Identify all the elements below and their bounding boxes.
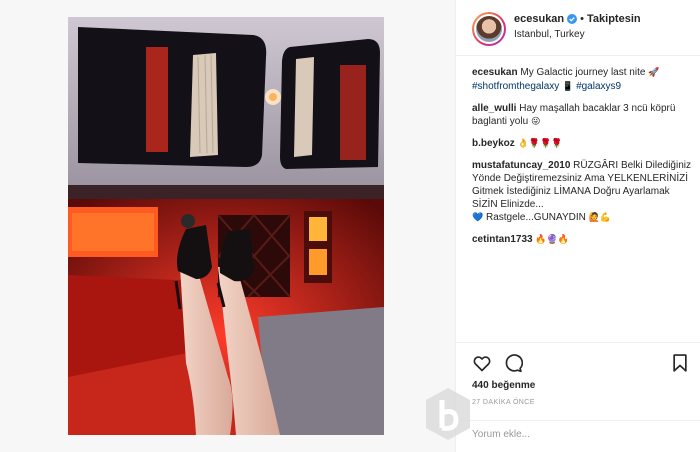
location-link[interactable]: Istanbul, Turkey [514,29,585,40]
post-header: ecesukan • Takiptesin Istanbul, Turkey [456,0,700,56]
post-actions: 440 beğenme 27 DAKİKA ÖNCE [456,342,700,422]
watermark-logo [426,388,470,440]
comment-username[interactable]: alle_wulli [472,103,516,114]
comment-bubble-icon[interactable] [503,353,523,373]
comments-list: ecesukan My Galactic journey last nite 🚀… [472,66,692,255]
comment-username[interactable]: cetintan1733 [472,234,533,245]
caption: ecesukan My Galactic journey last nite 🚀… [472,66,692,94]
comment-emoji: 🔥🔮🔥 [535,235,569,245]
caption-emoji: 🚀 [648,68,660,78]
media-pane [0,0,455,452]
comment-username[interactable]: mustafatuncay_2010 [472,160,570,171]
comment-input[interactable] [472,429,672,440]
user-row: ecesukan • Takiptesin [514,13,641,25]
list-item: mustafatuncay_2010 RÜZGÂRI Belki Dilediğ… [472,159,692,225]
follow-status-button[interactable]: Takiptesin [587,13,641,25]
caption-text: My Galactic journey last nite [520,67,646,78]
comment-username[interactable]: ecesukan [472,67,518,78]
avatar-ring [474,14,504,44]
comment-emoji: 💙 [472,213,484,223]
bookmark-icon[interactable] [670,353,690,373]
list-item: b.beykoz 👌🌹🌹🌹 [472,137,692,151]
separator-dot: • [580,13,585,25]
comment-text: Rastgele...GUNAYDIN [486,212,586,223]
avatar[interactable] [472,12,506,46]
comment-emoji: 😜 [530,117,541,127]
post-details-pane: ecesukan • Takiptesin Istanbul, Turkey e… [455,0,700,452]
hashtag-link[interactable]: #shotfromthegalaxy [472,81,559,92]
add-comment-bar [456,420,700,452]
heart-icon[interactable] [472,353,492,373]
likes-count[interactable]: 440 beğenme [472,380,535,391]
comment-username[interactable]: b.beykoz [472,138,515,149]
list-item: cetintan1733 🔥🔮🔥 [472,233,692,247]
post-timestamp: 27 DAKİKA ÖNCE [472,399,535,406]
username-link[interactable]: ecesukan [514,13,564,25]
post-photo[interactable] [68,17,384,435]
comment-emoji: 🙋💪 [588,213,612,223]
list-item: alle_wulli Hay maşallah bacaklar 3 ncü k… [472,102,692,129]
van-interior-image [68,17,384,435]
avatar-image [476,16,502,42]
caption-emoji: 📱 [562,82,574,92]
verified-badge-icon [567,14,578,24]
comment-emoji: 👌🌹🌹🌹 [517,139,563,149]
hashtag-link[interactable]: #galaxys9 [576,81,621,92]
